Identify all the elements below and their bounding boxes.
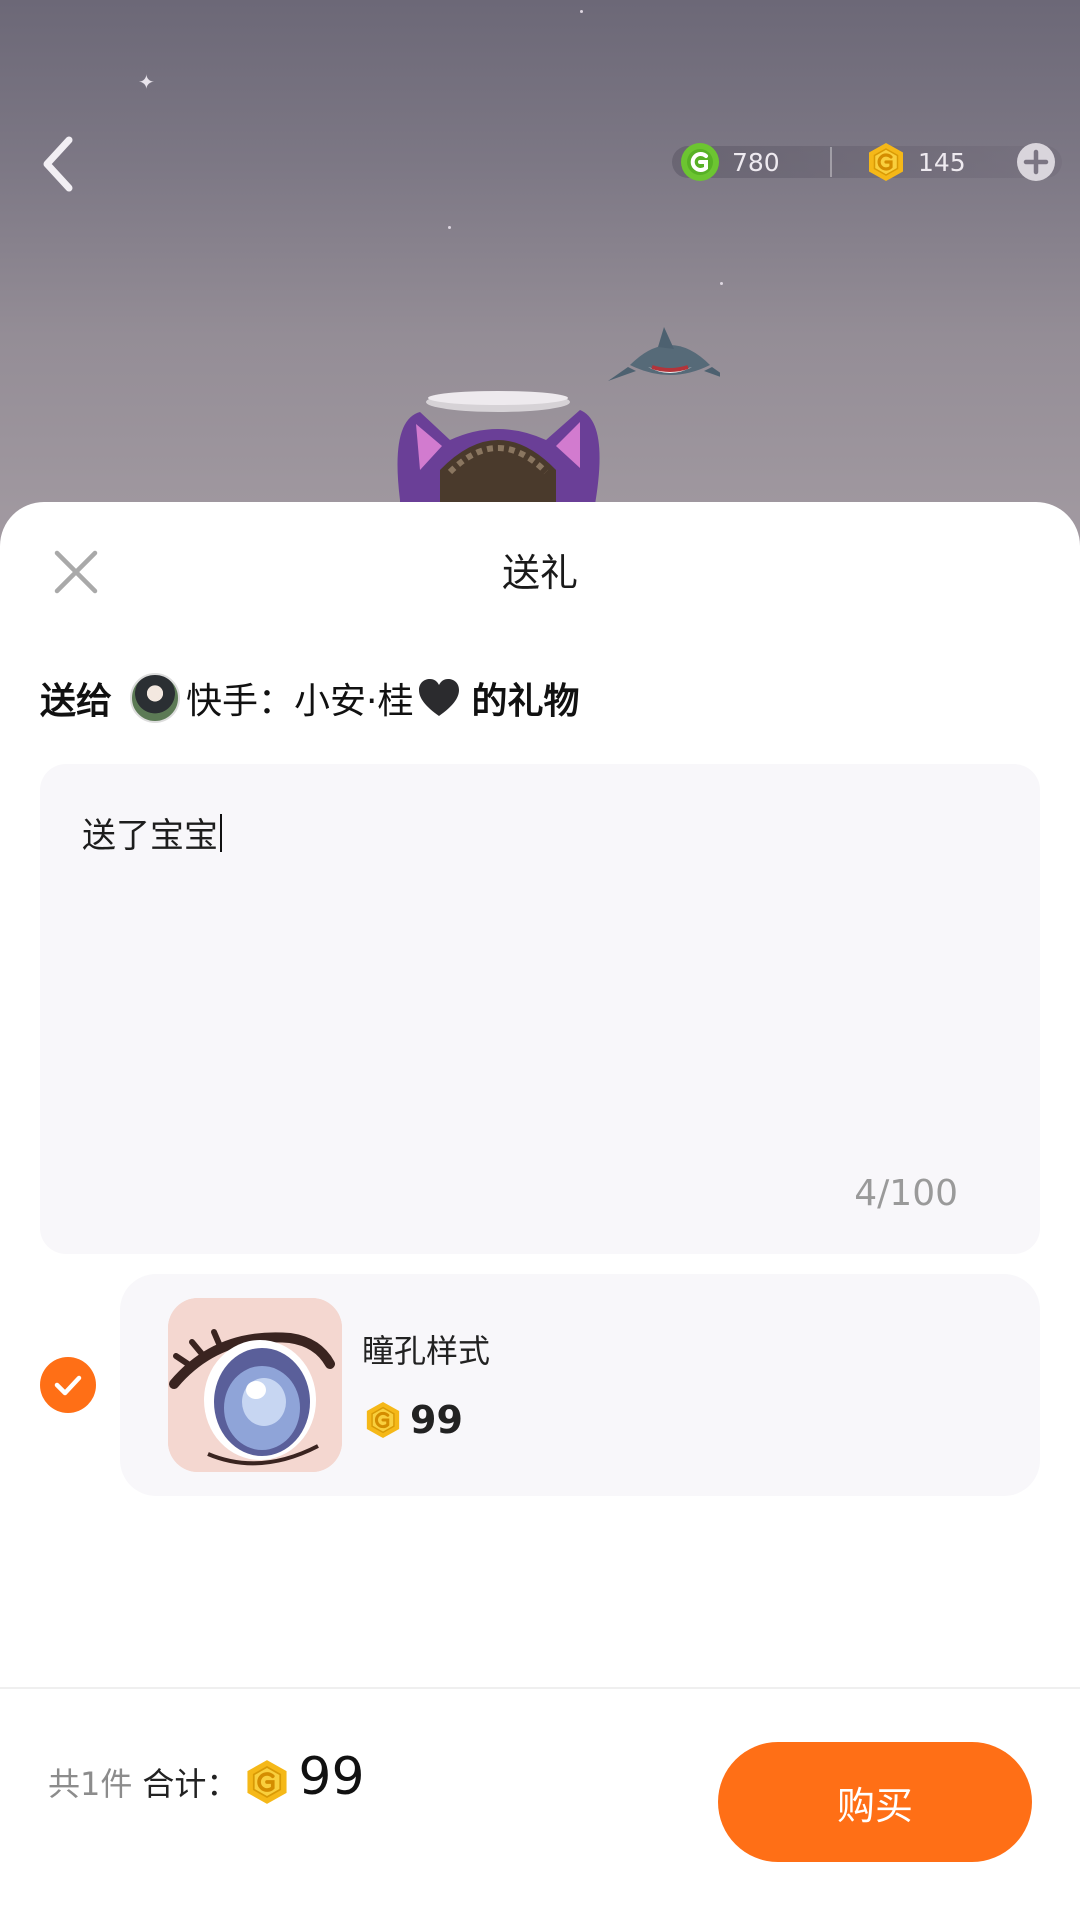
recipient-avatar — [130, 673, 181, 723]
gold-coin-balance: 145 — [866, 138, 1006, 186]
gift-price: 99 — [364, 1398, 463, 1442]
eye-pupil-image — [168, 1298, 342, 1472]
star-dot — [448, 226, 451, 229]
recipient-prefix: 送给 — [40, 681, 113, 722]
star-dot — [720, 282, 723, 285]
divider — [830, 147, 832, 177]
gift-name: 瞳孔样式 — [362, 1332, 491, 1370]
gift-select-checkbox[interactable] — [40, 1357, 96, 1413]
sheet-title: 送礼 — [501, 551, 578, 595]
star-icon: ✦ — [138, 70, 155, 94]
chevron-left-icon — [43, 136, 73, 192]
order-summary: 共1件 合计： 99 — [48, 1742, 365, 1822]
total-price: 99 — [298, 1747, 365, 1807]
recipient-suffix: 的礼物 — [471, 681, 580, 722]
recipient-line: 送给 快手：小安·桂 的礼物 — [40, 668, 579, 728]
back-button[interactable] — [34, 132, 82, 196]
gift-message-input[interactable]: 送了宝宝 4/100 — [40, 764, 1040, 1254]
gold-coin-icon — [869, 143, 903, 181]
currency-bar: 780 145 — [672, 138, 1062, 186]
black-heart-icon — [419, 679, 460, 716]
gift-sheet: 送礼 送给 快手：小安·桂 的礼物 送了宝宝 4/100 瞳孔样式 99 共1件… — [0, 502, 1080, 1920]
gold-coin-amount: 145 — [918, 147, 966, 177]
text-caret — [220, 813, 222, 852]
gift-price-value: 99 — [410, 1398, 463, 1442]
add-coins-button[interactable] — [1016, 142, 1056, 182]
gift-item-card[interactable]: 瞳孔样式 99 — [120, 1274, 1040, 1496]
gift-thumbnail — [168, 1298, 342, 1472]
total-label: 合计： — [142, 1765, 239, 1803]
recipient-name: 快手：小安·桂 — [186, 681, 414, 722]
gold-coin-icon — [247, 1760, 287, 1804]
plus-circle-icon — [1017, 143, 1055, 181]
message-value: 送了宝宝 — [82, 816, 218, 856]
green-coin-icon — [681, 143, 719, 181]
gold-coin-icon — [366, 1401, 400, 1439]
checkmark-icon — [54, 1375, 82, 1396]
avatar-scene-background: ✦ 780 145 — [0, 0, 1080, 560]
star-dot — [580, 10, 583, 13]
footer-divider — [0, 1687, 1080, 1689]
buy-button[interactable]: 购买 — [718, 1742, 1032, 1862]
character-counter: 4/100 — [854, 1173, 958, 1214]
item-quantity: 共1件 — [48, 1765, 133, 1803]
green-coin-amount: 780 — [732, 147, 780, 177]
green-coin-balance: 780 — [680, 138, 830, 186]
